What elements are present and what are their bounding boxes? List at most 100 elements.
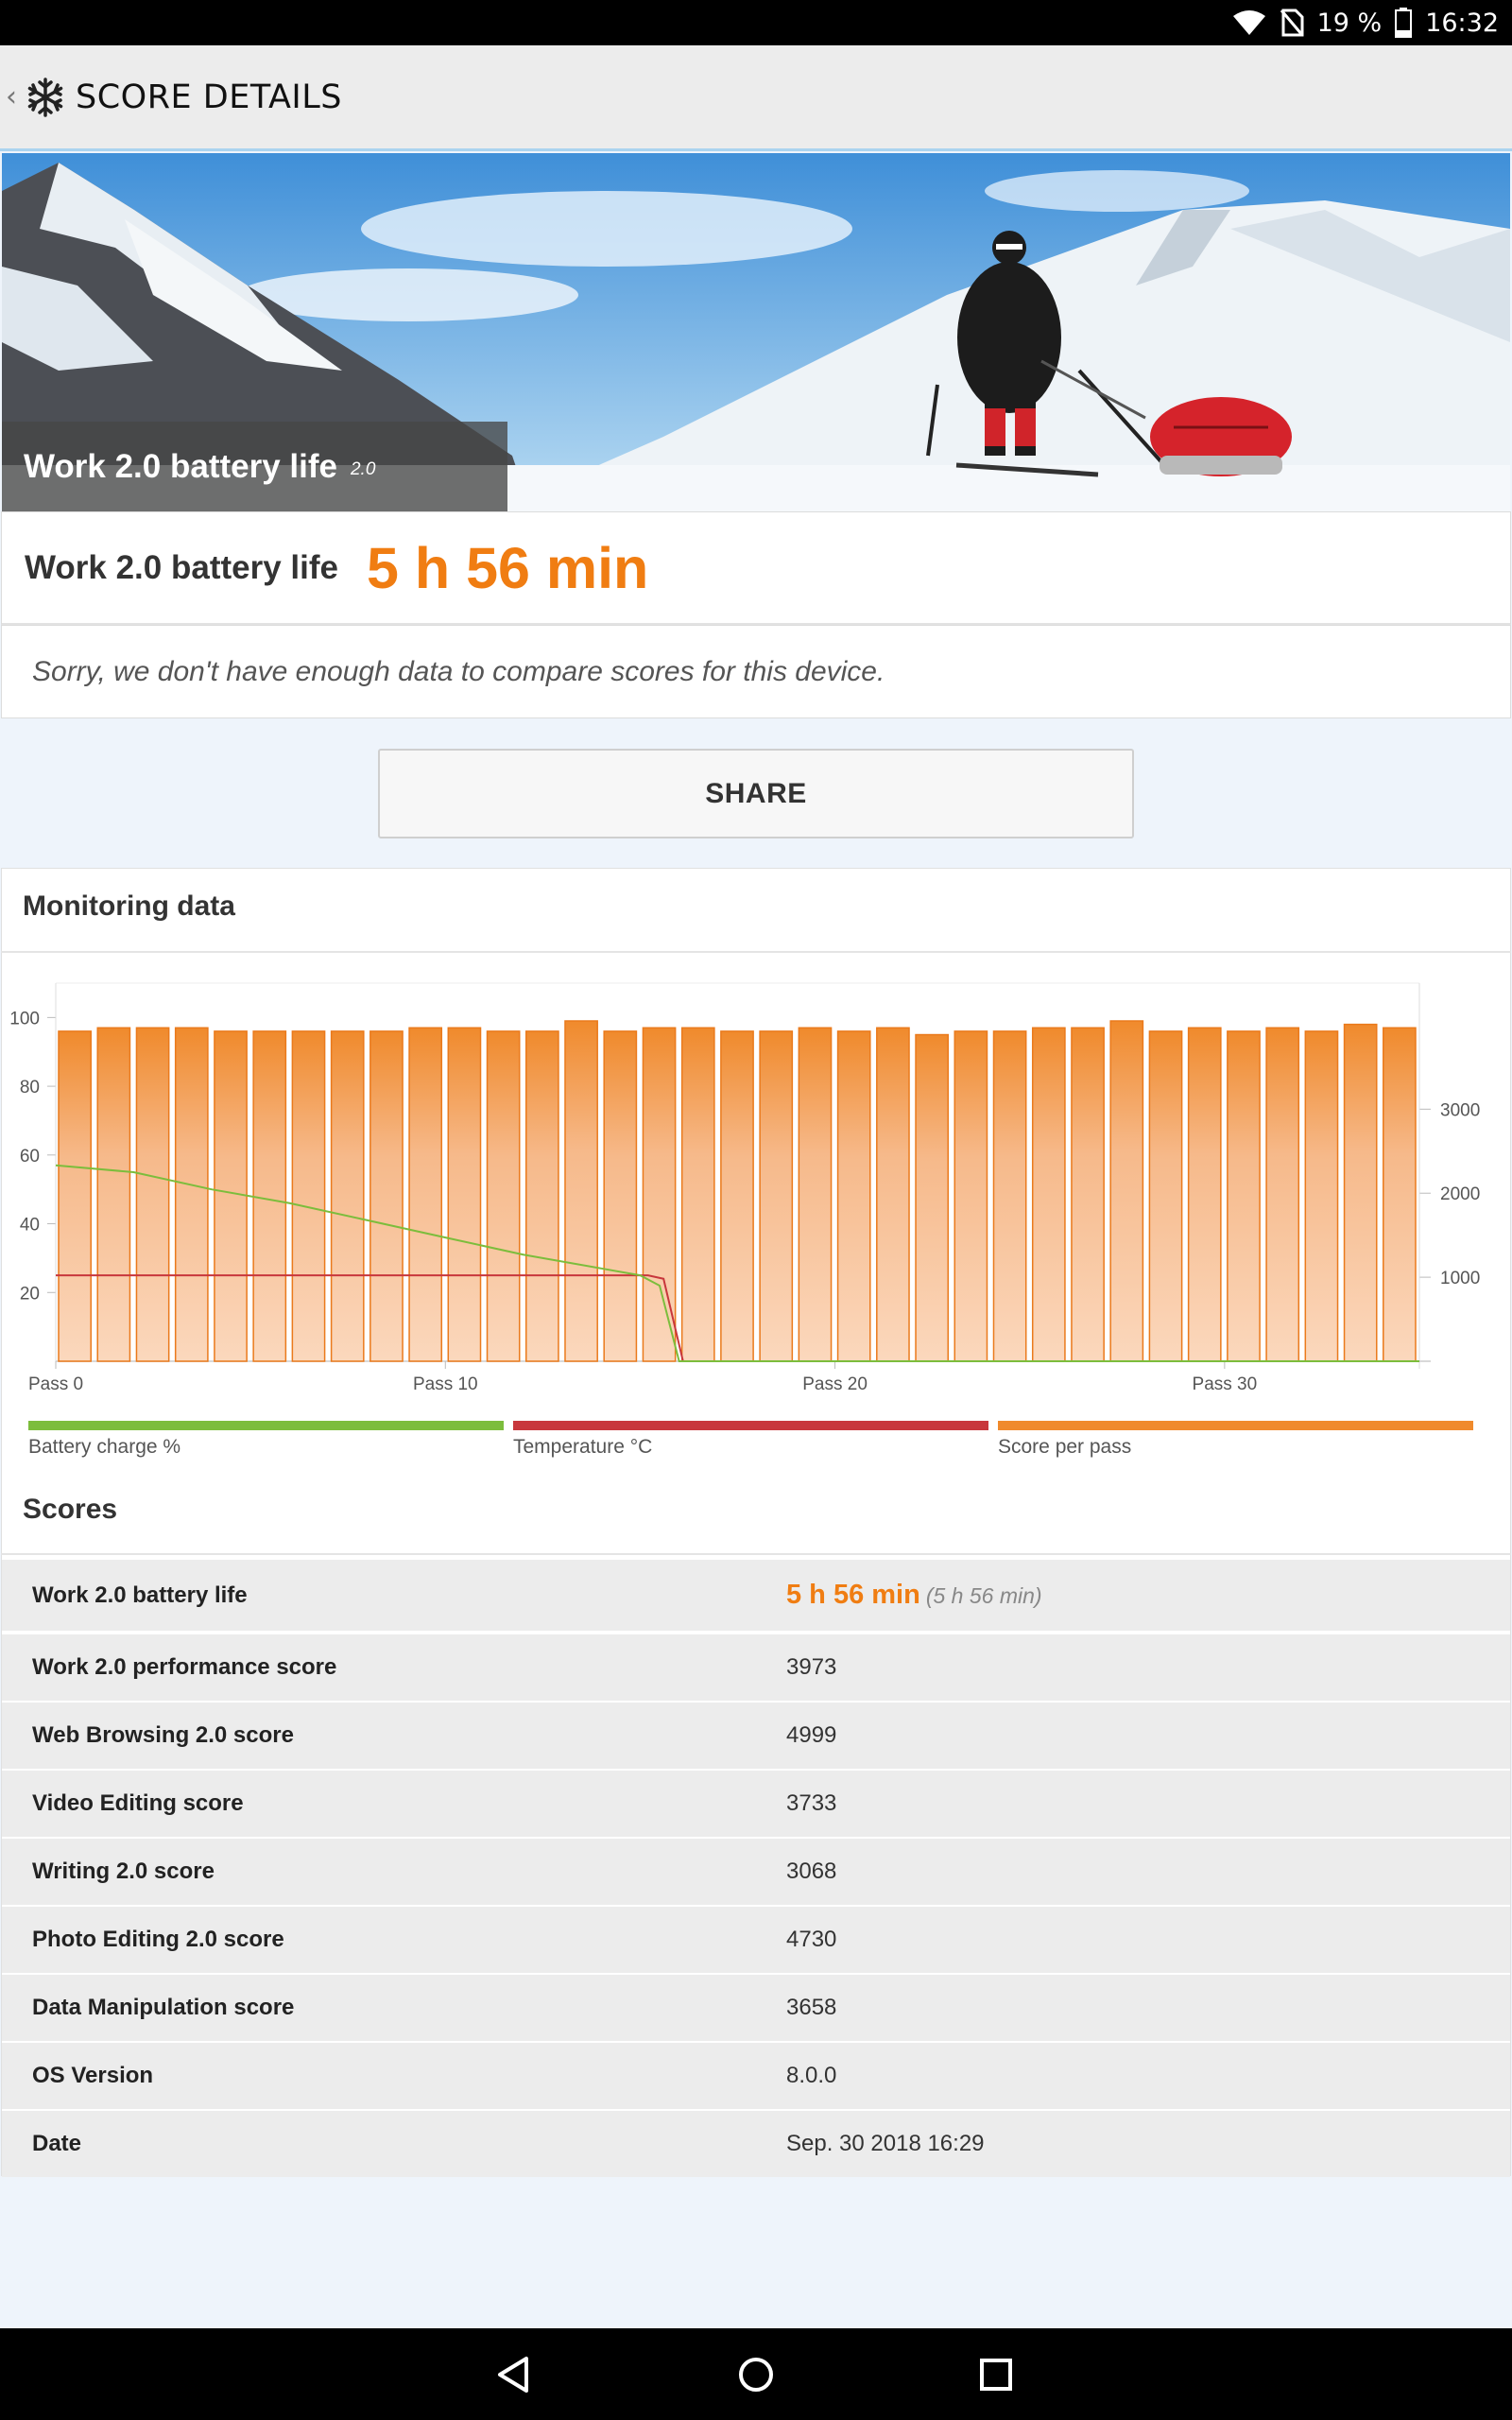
- score-bar: [1109, 1020, 1144, 1362]
- red-sled: [1150, 397, 1292, 476]
- clock: 16:32: [1425, 8, 1499, 38]
- score-bar: [214, 1030, 248, 1362]
- score-bar: [408, 1027, 443, 1362]
- battery-icon: [1395, 8, 1413, 38]
- y-right-tick-label: 2000: [1440, 1184, 1480, 1204]
- score-label: Work 2.0 performance score: [32, 1654, 337, 1680]
- score-label: Web Browsing 2.0 score: [32, 1722, 294, 1748]
- y-left-tick-label: 100: [9, 1009, 40, 1028]
- legend-swatch: [28, 1421, 504, 1430]
- score-bar: [1071, 1027, 1105, 1362]
- score-bar: [1031, 1027, 1066, 1362]
- score-bar: [720, 1030, 754, 1362]
- score-row-battery-life: Work 2.0 battery life 5 h 56 min (5 h 56 …: [2, 1560, 1510, 1631]
- score-bar: [876, 1027, 910, 1362]
- legend-battery: Battery charge %: [28, 1421, 504, 1459]
- score-value: 4730: [786, 1927, 837, 1952]
- score-value: 3068: [786, 1858, 837, 1884]
- score-bar: [954, 1030, 988, 1362]
- hero-caption: Work 2.0 battery life 2.0: [2, 422, 507, 511]
- score-bar: [369, 1030, 404, 1362]
- score-value: Sep. 30 2018 16:29: [786, 2131, 985, 2156]
- score-bar: [252, 1030, 287, 1362]
- result-summary: Work 2.0 battery life 5 h 56 min: [1, 511, 1511, 625]
- score-bar: [135, 1027, 170, 1362]
- monitoring-chart: 20 40 60 80 100 1000 2000 3000 Pass 0 Pass 10 Pass…: [0, 964, 1512, 1456]
- y-left-tick-label: 20: [20, 1284, 40, 1304]
- y-left-tick-label: 40: [20, 1216, 40, 1236]
- score-value-main: 5 h 56 min: [786, 1580, 920, 1610]
- battery-percent: 19 %: [1316, 8, 1383, 38]
- score-label: Writing 2.0 score: [32, 1858, 215, 1884]
- result-label: Work 2.0 battery life: [25, 548, 338, 586]
- score-value: 3973: [786, 1654, 837, 1680]
- score-bar: [486, 1030, 521, 1362]
- score-row-date: Date Sep. 30 2018 16:29: [2, 2111, 1510, 2177]
- back-nav-icon[interactable]: [489, 2349, 540, 2400]
- x-tick-label: Pass 10: [413, 1374, 478, 1394]
- score-bar: [992, 1030, 1027, 1362]
- score-value: 3733: [786, 1790, 837, 1816]
- back-button[interactable]: ‹: [6, 80, 21, 113]
- score-bar: [915, 1033, 950, 1362]
- monitoring-chart-svg: 20 40 60 80 100 1000 2000 3000 Pass 0 Pass 10 Pass…: [9, 982, 1480, 1394]
- result-value: 5 h 56 min: [366, 535, 649, 600]
- divider: [1, 1553, 1511, 1555]
- score-row-os-version: OS Version 8.0.0: [2, 2043, 1510, 2109]
- hero-banner: Work 2.0 battery life 2.0: [2, 153, 1510, 511]
- wifi-icon: [1232, 10, 1265, 35]
- score-row-video-editing: Video Editing score 3733: [2, 1771, 1510, 1837]
- x-tick-label: Pass 0: [28, 1374, 83, 1394]
- score-value: 8.0.0: [786, 2063, 837, 2088]
- home-nav-icon[interactable]: [730, 2349, 782, 2400]
- score-value: 3658: [786, 1995, 837, 2020]
- snowflake-app-icon[interactable]: [25, 77, 66, 118]
- score-bar: [603, 1030, 638, 1362]
- status-icons: 19 % 16:32: [1232, 0, 1499, 45]
- score-bar: [1227, 1030, 1261, 1362]
- score-label: Video Editing score: [32, 1790, 244, 1816]
- legend-label: Score per pass: [998, 1436, 1132, 1458]
- x-tick-label: Pass 20: [802, 1374, 868, 1394]
- score-bar: [96, 1027, 131, 1362]
- app-bar: ‹ SCORE DETAILS: [0, 45, 1512, 151]
- status-bar: 19 % 16:32: [0, 0, 1512, 45]
- score-bar: [291, 1030, 326, 1362]
- score-row-performance: Work 2.0 performance score 3973: [2, 1634, 1510, 1701]
- monitoring-title: Monitoring data: [23, 890, 235, 922]
- legend-swatch: [998, 1421, 1473, 1430]
- score-row-photo-editing: Photo Editing 2.0 score 4730: [2, 1907, 1510, 1973]
- score-label: Photo Editing 2.0 score: [32, 1927, 284, 1952]
- score-bar: [798, 1027, 833, 1362]
- legend-label: Battery charge %: [28, 1436, 181, 1458]
- score-bar: [1148, 1030, 1183, 1362]
- score-bar: [58, 1030, 92, 1362]
- legend-swatch: [513, 1421, 988, 1430]
- score-bar: [1304, 1030, 1339, 1362]
- legend-temperature: Temperature °C: [513, 1421, 988, 1459]
- score-bar: [174, 1027, 209, 1362]
- legend-label: Temperature °C: [513, 1436, 653, 1458]
- divider: [1, 951, 1511, 953]
- legend-score: Score per pass: [998, 1421, 1473, 1459]
- score-value: 4999: [786, 1722, 837, 1748]
- y-left-tick-label: 80: [20, 1078, 40, 1098]
- score-row-web-browsing: Web Browsing 2.0 score 4999: [2, 1703, 1510, 1769]
- score-bar: [680, 1027, 715, 1362]
- hero-title: Work 2.0 battery life: [24, 447, 337, 485]
- score-label: Date: [32, 2131, 82, 2156]
- score-value: 5 h 56 min (5 h 56 min): [786, 1580, 1042, 1611]
- score-bar: [1343, 1023, 1378, 1362]
- share-button[interactable]: SHARE: [378, 749, 1134, 838]
- score-bar: [1383, 1027, 1417, 1362]
- recents-nav-icon[interactable]: [971, 2349, 1022, 2400]
- hero-version: 2.0: [350, 458, 376, 479]
- page-title: SCORE DETAILS: [76, 78, 342, 116]
- comparison-notice: Sorry, we don't have enough data to comp…: [1, 625, 1511, 718]
- score-row-data-manipulation: Data Manipulation score 3658: [2, 1975, 1510, 2041]
- score-row-writing: Writing 2.0 score 3068: [2, 1839, 1510, 1905]
- navigation-bar: [0, 2328, 1512, 2420]
- y-right-tick-label: 1000: [1440, 1269, 1480, 1288]
- score-bar: [564, 1020, 598, 1362]
- score-label: OS Version: [32, 2063, 154, 2088]
